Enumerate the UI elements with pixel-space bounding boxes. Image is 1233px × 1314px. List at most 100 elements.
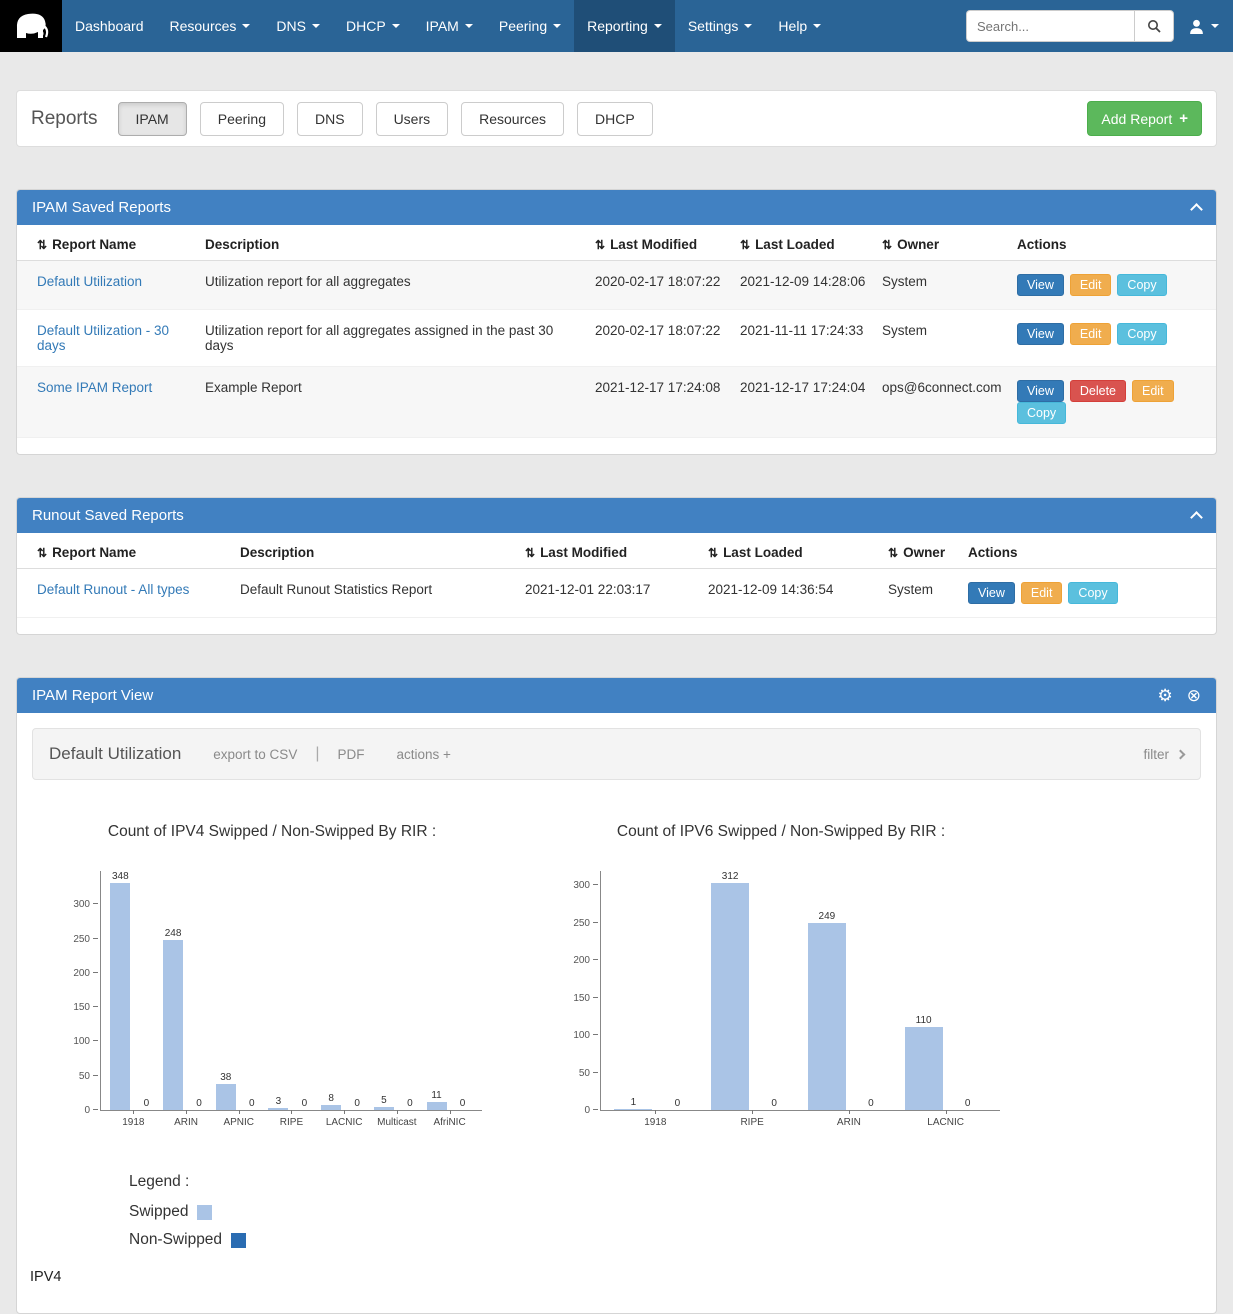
sort-icon[interactable] bbox=[708, 545, 723, 560]
column-label: Report Name bbox=[52, 237, 136, 252]
copy-button[interactable]: Copy bbox=[1017, 402, 1066, 424]
report-name-link[interactable]: Some IPAM Report bbox=[37, 380, 152, 395]
add-report-label: Add Report bbox=[1101, 111, 1172, 127]
view-button[interactable]: View bbox=[968, 582, 1015, 604]
cell-owner: System bbox=[874, 261, 1009, 310]
reports-toolbar: Reports IPAMPeeringDNSUsersResourcesDHCP… bbox=[16, 90, 1217, 147]
bar-group-arin: 2490ARIN bbox=[808, 871, 890, 1110]
y-tick-label: 100 bbox=[73, 1036, 98, 1047]
nav-item-dns[interactable]: DNS bbox=[263, 0, 333, 52]
edit-button[interactable]: Edit bbox=[1132, 380, 1174, 402]
x-axis-label: ARIN bbox=[837, 1117, 861, 1128]
tab-ipam[interactable]: IPAM bbox=[118, 102, 187, 136]
copy-button[interactable]: Copy bbox=[1068, 582, 1117, 604]
nav-item-reporting[interactable]: Reporting bbox=[574, 0, 675, 52]
bar-value-label: 11 bbox=[431, 1090, 441, 1101]
report-name-link[interactable]: Default Utilization bbox=[37, 274, 142, 289]
tab-dns[interactable]: DNS bbox=[297, 102, 363, 136]
bar-wrap: 3 bbox=[268, 871, 288, 1110]
sort-icon[interactable] bbox=[888, 545, 903, 560]
search-button[interactable] bbox=[1134, 10, 1174, 42]
collapse-icon[interactable] bbox=[1190, 511, 1203, 524]
delete-button[interactable]: Delete bbox=[1070, 380, 1126, 402]
bar-value-label: 0 bbox=[302, 1098, 308, 1109]
table-row: Some IPAM ReportExample Report2021-12-17… bbox=[17, 367, 1216, 438]
x-axis-label: APNIC bbox=[223, 1117, 254, 1128]
export-csv-link[interactable]: export to CSV bbox=[213, 747, 297, 762]
edit-button[interactable]: Edit bbox=[1070, 274, 1112, 296]
nav-item-peering[interactable]: Peering bbox=[486, 0, 574, 52]
sort-icon[interactable] bbox=[525, 545, 540, 560]
bar-value-label: 0 bbox=[771, 1098, 777, 1109]
caret-down-icon bbox=[312, 24, 320, 28]
runout-panel-body: Report NameDescriptionLast ModifiedLast … bbox=[17, 533, 1216, 634]
report-name-link[interactable]: Default Runout - All types bbox=[37, 582, 189, 597]
bar-wrap: 0 bbox=[755, 871, 793, 1110]
filter-toggle[interactable]: filter bbox=[1143, 747, 1184, 762]
provision-logo[interactable] bbox=[0, 0, 62, 52]
actions-link[interactable]: actions + bbox=[396, 747, 450, 762]
tab-peering[interactable]: Peering bbox=[200, 102, 284, 136]
y-tick-label: 300 bbox=[573, 880, 598, 891]
bar-group-ripe: 30RIPE bbox=[268, 871, 314, 1110]
nav-list-item: Reporting bbox=[574, 0, 675, 52]
tab-users[interactable]: Users bbox=[376, 102, 449, 136]
x-axis-label: LACNIC bbox=[326, 1117, 363, 1128]
column-header-owner[interactable]: Owner bbox=[874, 225, 1009, 261]
x-axis-label: Multicast bbox=[377, 1117, 416, 1128]
cell-description: Default Runout Statistics Report bbox=[232, 569, 517, 618]
pdf-link[interactable]: PDF bbox=[337, 747, 364, 762]
close-icon[interactable]: ⊗ bbox=[1187, 687, 1201, 704]
column-header-last-loaded[interactable]: Last Loaded bbox=[732, 225, 874, 261]
x-axis-label: 1918 bbox=[122, 1117, 144, 1128]
bar-group-1918: 101918 bbox=[614, 871, 696, 1110]
column-header-report-name[interactable]: Report Name bbox=[17, 533, 232, 569]
caret-down-icon bbox=[654, 24, 662, 28]
edit-button[interactable]: Edit bbox=[1070, 323, 1112, 345]
y-axis: 050100150200250300 bbox=[562, 871, 600, 1111]
edit-button[interactable]: Edit bbox=[1021, 582, 1063, 604]
copy-button[interactable]: Copy bbox=[1117, 274, 1166, 296]
search-input[interactable] bbox=[966, 10, 1134, 42]
panel-title: IPAM Saved Reports bbox=[32, 199, 171, 216]
column-header-last-modified[interactable]: Last Modified bbox=[517, 533, 700, 569]
bar-group-lacnic: 80LACNIC bbox=[321, 871, 367, 1110]
nav-item-dashboard[interactable]: Dashboard bbox=[62, 0, 157, 52]
column-header-last-loaded[interactable]: Last Loaded bbox=[700, 533, 880, 569]
y-tick-label: 50 bbox=[579, 1068, 598, 1079]
cell-last-modified: 2020-02-17 18:07:22 bbox=[587, 261, 732, 310]
column-header-last-modified[interactable]: Last Modified bbox=[587, 225, 732, 261]
sort-icon[interactable] bbox=[595, 237, 610, 252]
bar-swipped bbox=[110, 883, 130, 1110]
legend-item-swipped: Swipped bbox=[129, 1203, 1216, 1221]
cell-last-loaded: 2021-12-17 17:24:04 bbox=[732, 367, 874, 438]
filter-label: filter bbox=[1143, 747, 1169, 762]
nav-item-help[interactable]: Help bbox=[765, 0, 834, 52]
cell-report-name: Default Runout - All types bbox=[17, 569, 232, 618]
add-report-button[interactable]: Add Report bbox=[1087, 101, 1202, 136]
tab-resources[interactable]: Resources bbox=[461, 102, 564, 136]
nav-item-settings[interactable]: Settings bbox=[675, 0, 766, 52]
sort-icon[interactable] bbox=[37, 545, 52, 560]
copy-button[interactable]: Copy bbox=[1117, 323, 1166, 345]
sort-icon[interactable] bbox=[37, 237, 52, 252]
sort-icon[interactable] bbox=[882, 237, 897, 252]
collapse-icon[interactable] bbox=[1190, 203, 1203, 216]
bar-swipped bbox=[374, 1107, 394, 1110]
nav-item-dhcp[interactable]: DHCP bbox=[333, 0, 413, 52]
user-menu[interactable] bbox=[1188, 18, 1219, 35]
cell-last-loaded: 2021-12-09 14:28:06 bbox=[732, 261, 874, 310]
tab-dhcp[interactable]: DHCP bbox=[577, 102, 653, 136]
view-button[interactable]: View bbox=[1017, 380, 1064, 402]
column-header-report-name[interactable]: Report Name bbox=[17, 225, 197, 261]
column-header-owner[interactable]: Owner bbox=[880, 533, 960, 569]
cell-report-name: Some IPAM Report bbox=[17, 367, 197, 438]
report-name-link[interactable]: Default Utilization - 30 days bbox=[37, 323, 169, 353]
nav-item-ipam[interactable]: IPAM bbox=[413, 0, 486, 52]
nav-item-resources[interactable]: Resources bbox=[157, 0, 264, 52]
view-button[interactable]: View bbox=[1017, 274, 1064, 296]
view-button[interactable]: View bbox=[1017, 323, 1064, 345]
gear-icon[interactable]: ⚙ bbox=[1158, 687, 1173, 704]
sort-icon[interactable] bbox=[740, 237, 755, 252]
search-icon bbox=[1147, 19, 1161, 33]
